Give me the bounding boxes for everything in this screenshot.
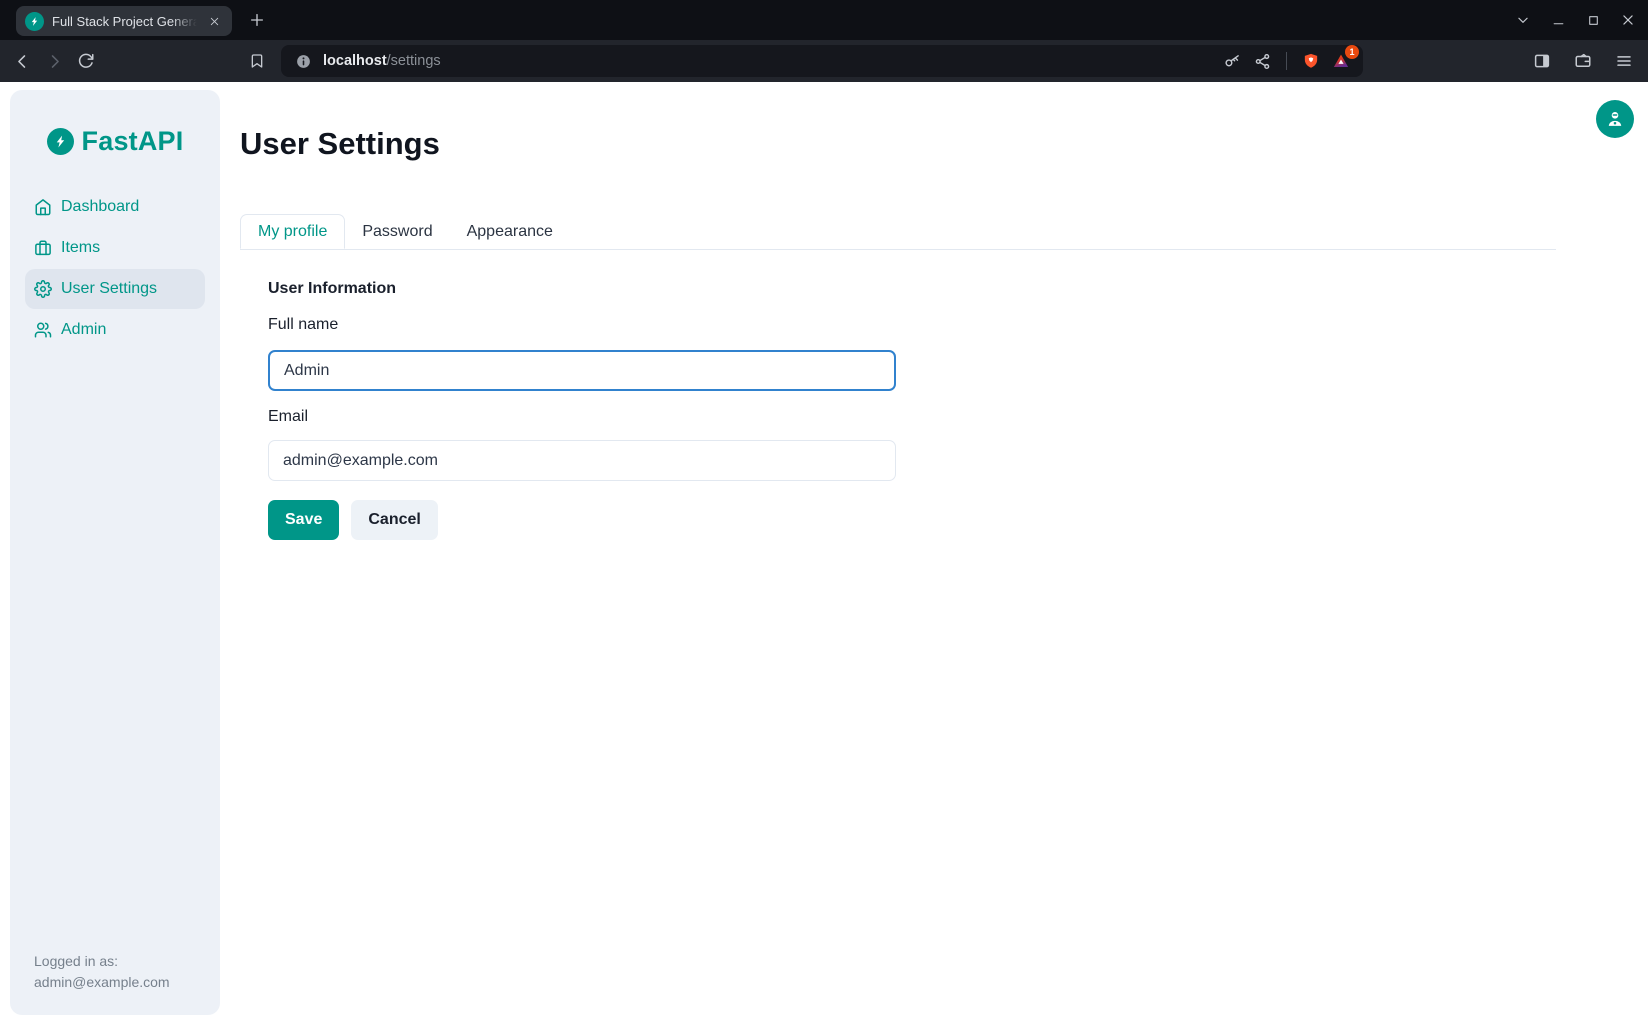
- full-name-input[interactable]: [268, 350, 896, 391]
- bookmark-icon[interactable]: [247, 51, 267, 71]
- browser-tab[interactable]: Full Stack Project Genera: [16, 6, 232, 36]
- save-button[interactable]: Save: [268, 500, 339, 540]
- window-controls: [1515, 0, 1636, 40]
- full-name-label: Full name: [268, 316, 338, 334]
- form-actions: Save Cancel: [268, 500, 438, 540]
- user-menu-button[interactable]: [1596, 100, 1634, 138]
- user-avatar-icon: [1604, 108, 1626, 130]
- tab-my-profile[interactable]: My profile: [240, 214, 345, 249]
- toolbar-right-icons: [1532, 40, 1634, 82]
- sidebar-item-label: User Settings: [61, 280, 157, 298]
- app-content: FastAPI Dashboard Items User Settings: [0, 82, 1648, 1025]
- url-text: localhost/settings: [323, 53, 441, 69]
- sidebar-toggle-icon[interactable]: [1532, 51, 1552, 71]
- logged-in-email: admin@example.com: [34, 972, 170, 993]
- site-info-icon[interactable]: [293, 51, 313, 71]
- sidebar: FastAPI Dashboard Items User Settings: [10, 90, 220, 1015]
- sidebar-item-admin[interactable]: Admin: [25, 310, 205, 350]
- sidebar-item-label: Items: [61, 239, 100, 257]
- tab-favicon-lightning-icon: [25, 12, 44, 31]
- settings-tabs: My profile Password Appearance: [240, 214, 1556, 250]
- tab-appearance[interactable]: Appearance: [450, 214, 570, 249]
- tab-strip: Full Stack Project Genera: [0, 0, 1648, 40]
- sidebar-item-label: Admin: [61, 321, 106, 339]
- url-path: /settings: [387, 53, 441, 69]
- section-title: User Information: [268, 280, 396, 298]
- users-icon: [34, 321, 52, 339]
- close-window-icon[interactable]: [1620, 12, 1636, 28]
- key-icon[interactable]: [1222, 51, 1242, 71]
- sidebar-item-user-settings[interactable]: User Settings: [25, 269, 205, 309]
- share-icon[interactable]: [1252, 51, 1272, 71]
- sidebar-item-label: Dashboard: [61, 198, 139, 216]
- menu-icon[interactable]: [1614, 51, 1634, 71]
- gear-icon: [34, 280, 52, 298]
- email-label: Email: [268, 408, 308, 426]
- brave-rewards-icon[interactable]: 1: [1331, 51, 1351, 71]
- page-title: User Settings: [240, 126, 440, 162]
- briefcase-icon: [34, 239, 52, 257]
- fastapi-logo: FastAPI: [10, 126, 220, 157]
- fastapi-lightning-icon: [47, 128, 74, 155]
- browser-window: Full Stack Project Genera: [0, 0, 1648, 1025]
- forward-icon[interactable]: [44, 51, 64, 71]
- sidebar-nav: Dashboard Items User Settings Admin: [25, 187, 205, 350]
- url-host: localhost: [323, 53, 387, 69]
- email-input[interactable]: [268, 440, 896, 481]
- minimize-icon[interactable]: [1550, 12, 1566, 28]
- logged-in-info: Logged in as: admin@example.com: [34, 951, 170, 993]
- address-bar[interactable]: localhost/settings 1: [281, 45, 1363, 77]
- tab-search-chevron-icon[interactable]: [1515, 12, 1531, 28]
- home-icon: [34, 198, 52, 216]
- toolbar-separator: [1286, 52, 1287, 70]
- back-icon[interactable]: [12, 51, 32, 71]
- brave-shield-icon[interactable]: [1301, 51, 1321, 71]
- maximize-icon[interactable]: [1585, 12, 1601, 28]
- logged-in-label: Logged in as:: [34, 951, 170, 972]
- rewards-notification-badge: 1: [1345, 45, 1359, 59]
- cancel-button[interactable]: Cancel: [351, 500, 437, 540]
- reload-icon[interactable]: [76, 51, 96, 71]
- tab-password[interactable]: Password: [345, 214, 449, 249]
- sidebar-item-items[interactable]: Items: [25, 228, 205, 268]
- wallet-icon[interactable]: [1573, 51, 1593, 71]
- browser-toolbar: localhost/settings 1: [0, 40, 1648, 82]
- new-tab-button[interactable]: [246, 9, 268, 31]
- tab-title: Full Stack Project Genera: [52, 14, 197, 29]
- logo-text: FastAPI: [82, 126, 184, 157]
- sidebar-item-dashboard[interactable]: Dashboard: [25, 187, 205, 227]
- tab-close-icon[interactable]: [205, 12, 223, 30]
